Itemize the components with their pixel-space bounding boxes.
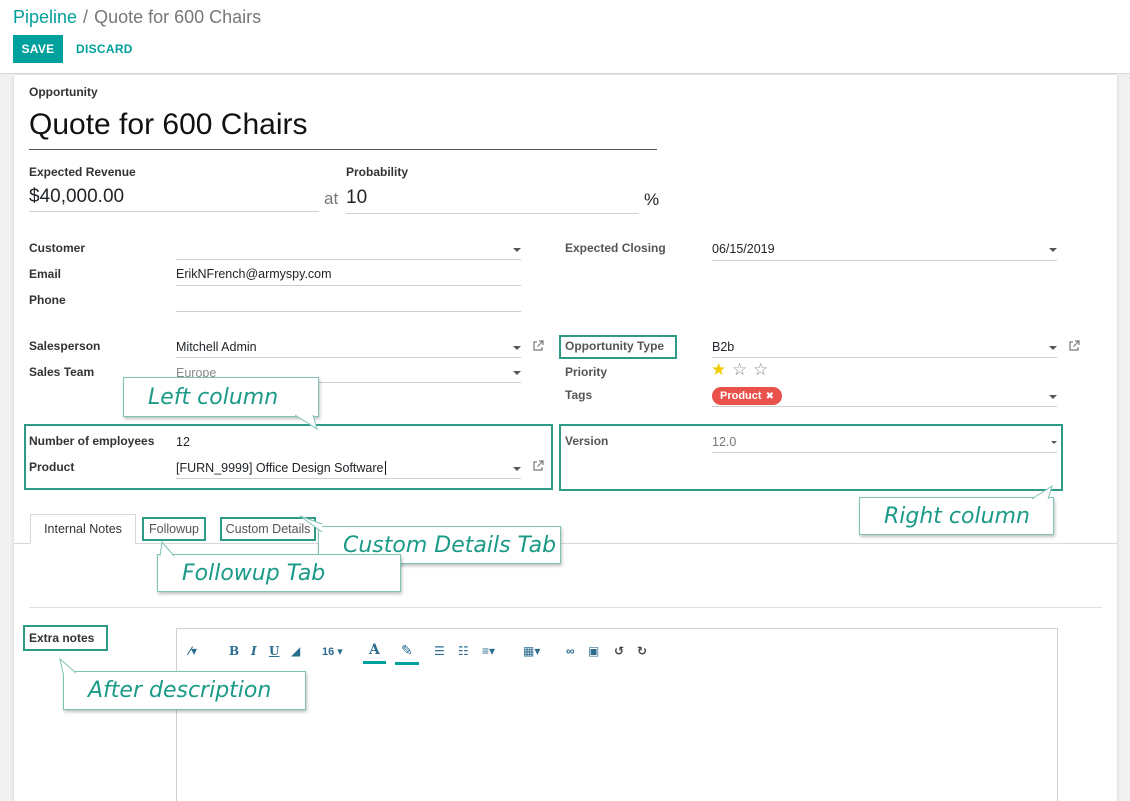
followup-tab-callout: Followup Tab [157, 554, 401, 592]
email-underline [176, 285, 521, 286]
probability-label: Probability [346, 165, 409, 179]
editor-link-icon[interactable]: ∞ [566, 644, 575, 658]
customer-dropdown-icon[interactable] [513, 248, 521, 252]
tab-internal-notes[interactable]: Internal Notes [30, 514, 136, 544]
editor-eraser-icon[interactable]: ◢ [291, 644, 300, 658]
followup-callout-tail [159, 540, 175, 557]
customer-label: Customer [29, 241, 86, 255]
editor-bullet-list-icon[interactable]: ☰ [434, 644, 445, 658]
version-input[interactable]: 12.0 [712, 435, 736, 449]
right-column-highlight [559, 424, 1063, 491]
product-dropdown-icon[interactable] [513, 467, 521, 471]
product-input[interactable]: [FURN_9999] Office Design Software [176, 461, 386, 475]
opportunity-type-input[interactable]: B2b [712, 340, 734, 354]
probability-underline [346, 213, 639, 214]
at-label: at [324, 189, 339, 208]
editor-underline-icon[interactable]: U [269, 644, 279, 658]
email-input[interactable]: ErikNFrench@armyspy.com [176, 267, 332, 281]
product-label: Product [29, 460, 75, 474]
discard-button[interactable]: DISCARD [76, 35, 133, 63]
custom-details-callout-tail [299, 515, 323, 533]
editor-font-size-dropdown[interactable]: 16 ▾ [322, 645, 343, 658]
breadcrumb-pipeline-link[interactable]: Pipeline [13, 7, 77, 27]
tags-dropdown-icon[interactable] [1049, 395, 1057, 399]
customer-underline [176, 259, 521, 260]
breadcrumb-current: Quote for 600 Chairs [94, 7, 262, 27]
employees-input[interactable]: 12 [176, 435, 190, 449]
editor-background-color-icon[interactable]: ✎ [395, 642, 419, 665]
priority-star-empty-icon[interactable]: ☆ [753, 361, 768, 378]
email-label: Email [29, 267, 62, 281]
salesperson-label: Salesperson [29, 339, 101, 353]
editor-numbered-list-icon[interactable]: ☷ [458, 644, 469, 658]
editor-text-color-icon[interactable]: A [363, 642, 386, 664]
editor-bold-icon[interactable]: B [229, 644, 239, 658]
salesperson-underline [176, 357, 521, 358]
expected-closing-dropdown-icon[interactable] [1049, 248, 1057, 252]
percent-label: % [644, 190, 660, 209]
version-dropdown-icon[interactable] [1051, 441, 1057, 444]
opportunity-label: Opportunity [29, 85, 98, 99]
expected-revenue-label: Expected Revenue [29, 165, 136, 179]
opportunity-type-external-link-icon[interactable] [1068, 340, 1080, 352]
salesperson-dropdown-icon[interactable] [513, 346, 521, 350]
priority-star-empty-icon[interactable]: ☆ [732, 361, 747, 378]
editor-undo-icon[interactable]: ↺ [614, 644, 624, 658]
title-underline [29, 149, 657, 150]
after-description-callout-tail [59, 657, 77, 674]
notes-divider [29, 607, 1102, 608]
editor-redo-icon[interactable]: ↻ [637, 644, 647, 658]
tags-label: Tags [565, 388, 593, 402]
after-description-callout: After description [63, 671, 306, 710]
employees-label: Number of employees [29, 434, 155, 448]
tag-label: Product [720, 390, 762, 402]
expected-revenue-input[interactable]: $40,000.00 [29, 186, 124, 208]
priority-label: Priority [565, 365, 608, 379]
extra-notes-label: Extra notes [29, 631, 95, 645]
tag-badge[interactable]: Product ✖ [712, 387, 782, 405]
left-column-callout-tail [295, 414, 318, 431]
version-label: Version [565, 434, 609, 448]
right-column-callout-tail [1031, 484, 1053, 500]
opportunity-type-underline [712, 357, 1057, 358]
sales-team-dropdown-icon[interactable] [513, 371, 521, 375]
editor-italic-icon[interactable]: I [251, 644, 257, 658]
expected-closing-underline [712, 260, 1057, 261]
version-underline [712, 452, 1057, 453]
extra-notes-editor[interactable]: ⁄▾ B I U ◢ 16 ▾ A ✎ ☰ ☷ ≡▾ ▦▾ ∞ ▣ ↺ ↻ [176, 628, 1058, 801]
save-button[interactable]: SAVE [13, 35, 63, 63]
editor-font-size-value: 16 [322, 646, 335, 658]
tags-underline [712, 406, 1057, 407]
opportunity-name-input[interactable]: Quote for 600 Chairs [29, 108, 307, 142]
sales-team-label: Sales Team [29, 365, 95, 379]
phone-label: Phone [29, 293, 66, 307]
control-panel: Pipeline / Quote for 600 Chairs SAVE DISCA… [0, 0, 1130, 74]
opportunity-type-label: Opportunity Type [565, 339, 665, 353]
expected-closing-label: Expected Closing [565, 241, 666, 255]
editor-align-icon[interactable]: ≡▾ [482, 644, 495, 658]
editor-style-icon[interactable]: ⁄▾ [189, 644, 197, 658]
product-external-link-icon[interactable] [532, 460, 544, 472]
breadcrumb-separator: / [83, 7, 89, 27]
probability-input[interactable]: 10 [346, 187, 367, 209]
editor-image-icon[interactable]: ▣ [588, 644, 599, 658]
expected-closing-input[interactable]: 06/15/2019 [712, 242, 775, 256]
product-underline [176, 478, 521, 479]
editor-table-icon[interactable]: ▦▾ [523, 644, 540, 658]
phone-underline [176, 311, 521, 312]
left-column-callout: Left column [123, 377, 319, 417]
revenue-underline [29, 211, 319, 212]
priority-star-filled-icon[interactable]: ★ [711, 361, 726, 378]
salesperson-external-link-icon[interactable] [532, 340, 544, 352]
opportunity-type-dropdown-icon[interactable] [1049, 346, 1057, 350]
salesperson-input[interactable]: Mitchell Admin [176, 340, 257, 354]
right-column-callout: Right column [859, 497, 1054, 535]
tag-remove-icon[interactable]: ✖ [766, 391, 774, 402]
breadcrumb: Pipeline / Quote for 600 Chairs [13, 6, 261, 28]
